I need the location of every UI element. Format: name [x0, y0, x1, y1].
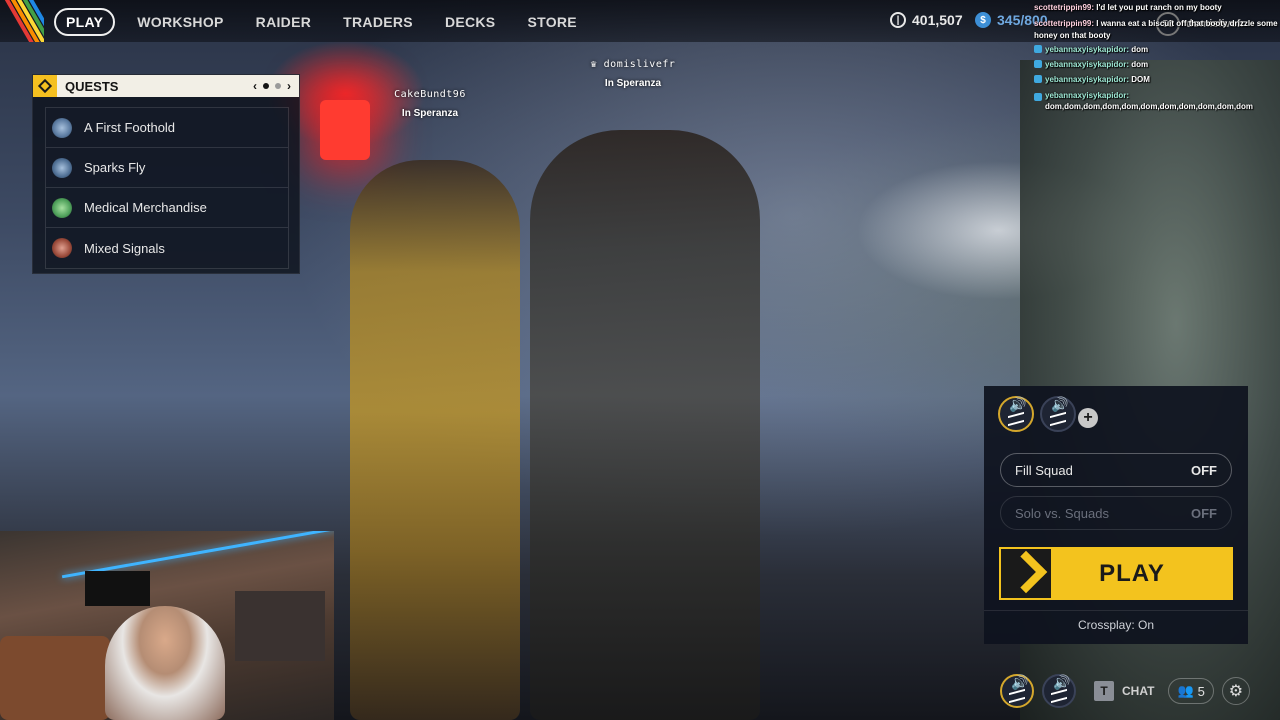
coin-icon: |	[890, 12, 906, 28]
quests-icon	[33, 75, 57, 97]
page-dot-active[interactable]	[263, 83, 269, 89]
raider-character-left	[350, 160, 520, 720]
fill-squad-state: OFF	[1191, 462, 1217, 478]
crossplay-status: Crossplay: On	[984, 610, 1248, 632]
tv-screen	[85, 571, 150, 606]
nav-raider[interactable]: RAIDER	[256, 14, 311, 30]
quest-giver-icon	[52, 238, 72, 258]
speaker-icon: 🔊	[1009, 396, 1027, 412]
stream-rainbow-decoration	[0, 0, 44, 42]
quest-item[interactable]: Mixed Signals	[46, 228, 288, 268]
player-name: ♛ domislivefr	[590, 59, 676, 70]
couch	[0, 636, 110, 720]
raider-emblem-icon	[1050, 411, 1066, 427]
play-chevron-icon	[1001, 549, 1051, 598]
chat-message: scottetrippin99: I wanna eat a biscuit o…	[1034, 19, 1278, 40]
quest-label: Mixed Signals	[84, 240, 165, 256]
streamer-person	[105, 606, 225, 720]
player-name: CakeBundt96	[394, 89, 466, 100]
nav-store[interactable]: STORE	[527, 14, 576, 30]
chat-message: yebannaxyisykapidor: dom	[1034, 57, 1280, 72]
quest-giver-icon	[52, 117, 72, 138]
squad-voice-avatar[interactable]: 🔊	[1042, 674, 1076, 708]
squad-member-avatar[interactable]: 🔊	[1040, 396, 1076, 432]
add-squad-member-button[interactable]: +	[1078, 408, 1098, 428]
chat-button[interactable]: CHAT	[1122, 684, 1154, 698]
quest-label: A First Foothold	[84, 120, 176, 135]
squad-voice-avatar[interactable]: 🔊	[1000, 674, 1034, 708]
streamer-webcam	[0, 531, 334, 720]
player-tag: ♛ domislivefr In Speranza	[578, 59, 688, 89]
fill-squad-toggle[interactable]: Fill Squad OFF	[1000, 453, 1232, 487]
solo-vs-squads-label: Solo vs. Squads	[1015, 505, 1109, 521]
chat-message: yebannaxyisykapidor: DOM	[1034, 72, 1280, 87]
nav-traders[interactable]: TRADERS	[343, 14, 413, 30]
quest-giver-icon	[52, 157, 72, 178]
raider-emblem-icon	[1008, 411, 1024, 427]
nav-decks[interactable]: DECKS	[445, 14, 496, 30]
speaker-icon: 🔊	[1051, 396, 1069, 412]
chat-message: yebannaxyisykapidor: dom	[1034, 42, 1280, 57]
play-button[interactable]: PLAY	[999, 547, 1233, 600]
chat-message: yebannaxyisykapidor: dom,dom,dom,dom,dom…	[1034, 87, 1280, 112]
play-button-label: PLAY	[1099, 559, 1165, 587]
red-lamp	[320, 100, 370, 160]
solo-vs-squads-toggle[interactable]: Solo vs. Squads OFF	[1000, 496, 1232, 530]
chevron-right-icon[interactable]: ›	[287, 79, 291, 93]
quests-title: QUESTS	[65, 78, 119, 94]
speaker-icon: 🔊	[1011, 674, 1029, 690]
quest-item[interactable]: Medical Merchandise	[46, 188, 288, 228]
quests-pager: ‹ ›	[253, 79, 291, 93]
credit-icon: $	[975, 12, 991, 28]
friends-count: 5	[1197, 683, 1205, 699]
quests-panel: QUESTS ‹ › A First Foothold Sparks Fly M…	[32, 74, 300, 274]
squad-members: 🔊 🔊 +	[998, 396, 1098, 432]
crown-icon: ♛	[590, 59, 604, 70]
quest-giver-icon	[52, 197, 72, 218]
player-location: In Speranza	[401, 108, 459, 119]
shelf	[235, 591, 325, 661]
nav-play[interactable]: PLAY	[54, 8, 116, 36]
friends-icon: 👥	[1177, 683, 1194, 698]
solo-vs-squads-state: OFF	[1191, 505, 1217, 521]
quests-header: QUESTS ‹ ›	[33, 75, 299, 97]
coins-value: 401,507	[912, 12, 963, 28]
player-tag: CakeBundt96 In Speranza	[380, 89, 480, 119]
page-dot[interactable]	[275, 83, 281, 89]
nav-workshop[interactable]: WORKSHOP	[137, 14, 223, 30]
quest-item[interactable]: A First Foothold	[46, 108, 288, 148]
chat-hotkey: T	[1094, 681, 1114, 701]
raider-character-right	[530, 130, 760, 720]
fill-squad-label: Fill Squad	[1015, 462, 1073, 478]
gear-icon[interactable]: ⚙	[1221, 677, 1250, 705]
play-panel: 🔊 🔊 + Fill Squad OFF Solo vs. Squads OFF…	[984, 386, 1248, 644]
bottom-bar: 🔊 🔊 T CHAT 👥 5 ⚙	[1000, 662, 1250, 720]
speaker-icon: 🔊	[1053, 674, 1071, 690]
chevron-left-icon[interactable]: ‹	[253, 79, 257, 93]
quest-list: A First Foothold Sparks Fly Medical Merc…	[45, 107, 289, 269]
coins-display[interactable]: | 401,507	[890, 12, 963, 28]
friends-button[interactable]: 👥 5	[1168, 678, 1214, 704]
quest-label: Sparks Fly	[84, 160, 146, 175]
quest-label: Medical Merchandise	[84, 200, 207, 215]
chat-message: scottetrippin99: I'd let you put ranch o…	[1034, 3, 1222, 12]
nav-menu: PLAY WORKSHOP RAIDER TRADERS DECKS STORE	[54, 8, 609, 36]
squad-member-avatar[interactable]: 🔊	[998, 396, 1034, 432]
stream-chat-overlay: scottetrippin99: I'd let you put ranch o…	[1034, 0, 1280, 112]
player-location: In Speranza	[604, 78, 662, 89]
quest-item[interactable]: Sparks Fly	[46, 148, 288, 188]
